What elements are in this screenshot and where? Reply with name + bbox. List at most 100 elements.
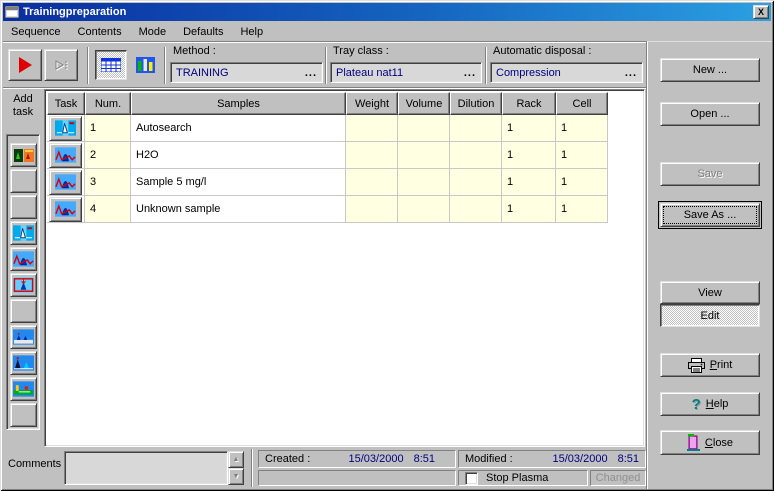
menu-contents[interactable]: Contents: [71, 24, 129, 40]
task-palette: [6, 134, 40, 430]
weight-cell[interactable]: [346, 115, 398, 142]
comments-input[interactable]: [64, 451, 228, 485]
add-wizard-task-button[interactable]: [10, 143, 37, 167]
chart-view-toggle[interactable]: [130, 50, 160, 80]
created-time: 8:51: [413, 453, 435, 465]
automatic-disposal-field[interactable]: Compression ...: [490, 62, 643, 83]
samples-cell[interactable]: H2O: [131, 142, 346, 169]
method-label: Method :: [173, 45, 216, 57]
weight-cell[interactable]: [346, 169, 398, 196]
volume-cell[interactable]: [398, 169, 450, 196]
menu-help[interactable]: Help: [233, 24, 270, 40]
app-icon: [5, 6, 19, 18]
cell-cell[interactable]: 1: [556, 142, 608, 169]
add-rinse-task-button[interactable]: [10, 377, 37, 401]
wizard-icon: [13, 148, 34, 162]
modified-time: 8:51: [617, 453, 639, 465]
tray-class-browse-button[interactable]: ...: [464, 67, 476, 79]
close-icon[interactable]: X: [753, 5, 769, 19]
close-button[interactable]: Close: [660, 430, 760, 455]
volume-cell[interactable]: [398, 142, 450, 169]
app-window: Trainingpreparation X Sequence Contents …: [0, 0, 774, 491]
rack-cell[interactable]: 1: [502, 142, 556, 169]
edit-button[interactable]: Edit: [660, 304, 760, 327]
changed-label: Changed: [595, 472, 641, 484]
add-task-empty-slot-button[interactable]: [10, 169, 37, 193]
view-button[interactable]: View: [660, 281, 760, 304]
dilution-cell[interactable]: [450, 169, 502, 196]
cell-cell[interactable]: 1: [556, 115, 608, 142]
weight-cell[interactable]: [346, 196, 398, 223]
volume-cell[interactable]: [398, 115, 450, 142]
title-bar: Trainingpreparation X: [3, 3, 771, 21]
menu-sequence[interactable]: Sequence: [4, 24, 68, 40]
method-browse-button[interactable]: ...: [305, 67, 317, 79]
tray-class-field[interactable]: Plateau nat11 ...: [330, 62, 482, 83]
samples-cell[interactable]: Sample 5 mg/l: [131, 169, 346, 196]
task-cell: [47, 196, 85, 223]
add-task-empty-slot-button[interactable]: [10, 403, 37, 427]
save-as-button[interactable]: Save As ...: [660, 203, 760, 227]
rack-cell[interactable]: 1: [502, 196, 556, 223]
dilution-cell[interactable]: [450, 115, 502, 142]
table-row: 2 H2O 1 1: [47, 142, 642, 169]
open-button[interactable]: Open ...: [660, 102, 760, 126]
cell-cell[interactable]: 1: [556, 196, 608, 223]
add-autosearch-task-button[interactable]: [10, 221, 37, 245]
task-type-button[interactable]: [49, 196, 82, 222]
menu-mode[interactable]: Mode: [132, 24, 174, 40]
window-title: Trainingpreparation: [23, 6, 127, 18]
automatic-disposal-value: Compression: [496, 66, 561, 79]
num-cell[interactable]: 1: [85, 115, 131, 142]
num-cell[interactable]: 2: [85, 142, 131, 169]
num-cell[interactable]: 3: [85, 169, 131, 196]
add-task-label: Add task: [2, 93, 44, 119]
printer-icon: [687, 357, 705, 373]
column-header-weight: Weight: [346, 92, 398, 115]
method-field[interactable]: TRAINING ...: [170, 62, 323, 83]
weight-cell[interactable]: [346, 142, 398, 169]
scroll-down-icon[interactable]: ▼: [228, 468, 244, 485]
add-calibration-task-button[interactable]: [10, 273, 37, 297]
dilution-cell[interactable]: [450, 196, 502, 223]
num-cell[interactable]: 4: [85, 196, 131, 223]
task-cell: [47, 142, 85, 169]
created-panel: Created : 15/03/2000 8:51: [258, 450, 456, 468]
column-header-dilution: Dilution: [450, 92, 502, 115]
automatic-disposal-browse-button[interactable]: ...: [625, 67, 637, 79]
save-as-button-focus-ring: Save As ...: [658, 201, 762, 229]
toolbar-separator: [485, 47, 487, 84]
tray-class-value: Plateau nat11: [336, 66, 404, 79]
table-view-toggle[interactable]: [95, 50, 127, 80]
cell-cell[interactable]: 1: [556, 169, 608, 196]
samples-cell[interactable]: Autosearch: [131, 115, 346, 142]
task-cell: [47, 115, 85, 142]
add-task-empty-slot-button[interactable]: [10, 299, 37, 323]
new-button-label: New ...: [692, 64, 728, 76]
print-button[interactable]: Print: [660, 353, 760, 377]
rack-cell[interactable]: 1: [502, 169, 556, 196]
column-header-num: Num.: [85, 92, 131, 115]
scroll-up-icon[interactable]: ▲: [228, 451, 244, 468]
start-sequence-button[interactable]: [8, 49, 42, 81]
task-type-button[interactable]: [49, 115, 82, 141]
spectrum-curves-icon: [55, 147, 76, 163]
autosearch-peak-icon: [55, 120, 76, 136]
add-measurement-task-button[interactable]: [10, 247, 37, 271]
menu-defaults[interactable]: Defaults: [176, 24, 230, 40]
column-header-samples: Samples: [131, 92, 346, 115]
help-button[interactable]: ? Help: [660, 392, 760, 416]
rack-cell[interactable]: 1: [502, 115, 556, 142]
add-dark-peaks-task-button[interactable]: [10, 351, 37, 375]
add-baseline-task-button[interactable]: [10, 325, 37, 349]
stop-plasma-checkbox[interactable]: [465, 471, 478, 485]
comments-label: Comments :: [8, 458, 68, 470]
samples-cell[interactable]: Unknown sample: [131, 196, 346, 223]
close-button-label: Close: [704, 436, 734, 449]
add-task-empty-slot-button[interactable]: [10, 195, 37, 219]
task-type-button[interactable]: [49, 169, 82, 195]
new-button[interactable]: New ...: [660, 58, 760, 82]
task-type-button[interactable]: [49, 142, 82, 168]
volume-cell[interactable]: [398, 196, 450, 223]
dilution-cell[interactable]: [450, 142, 502, 169]
